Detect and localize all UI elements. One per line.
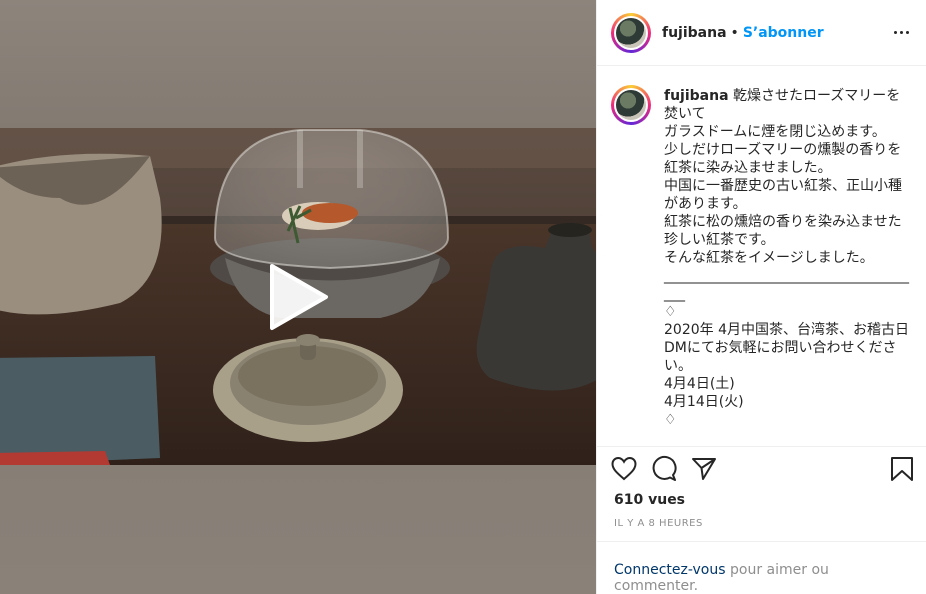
media-letterbox-bottom: [0, 465, 596, 594]
action-bar: [611, 455, 913, 485]
avatar-image: [616, 90, 646, 120]
more-options-button[interactable]: [889, 21, 913, 45]
follow-button[interactable]: S’abonner: [743, 25, 824, 41]
separator-dot: •: [730, 24, 739, 41]
post-media: [0, 0, 596, 594]
avatar[interactable]: [611, 12, 651, 53]
caption-username-link[interactable]: fujibana: [664, 88, 729, 104]
comment-icon[interactable]: [651, 455, 677, 483]
share-icon[interactable]: [691, 455, 717, 483]
heart-icon[interactable]: [611, 455, 637, 483]
caption-text: 乾燥させたローズマリーを焚いて ガラスドームに煙を閉じ込めます。 少しだけローズ…: [664, 88, 909, 428]
caption: fujibana 乾燥させたローズマリーを焚いて ガラスドームに煙を閉じ込めます…: [597, 67, 926, 429]
media-letterbox-top: [0, 0, 596, 128]
username-link[interactable]: fujibana: [662, 25, 727, 41]
avatar-image: [616, 17, 646, 48]
post-details-panel: fujibana • S’abonner fujibana 乾燥させたローズマリ…: [596, 0, 926, 594]
caption-body: fujibana 乾燥させたローズマリーを焚いて ガラスドームに煙を閉じ込めます…: [664, 87, 913, 429]
caption-avatar[interactable]: [611, 85, 651, 125]
login-link[interactable]: Connectez-vous: [614, 562, 726, 578]
views-count[interactable]: 610 vues: [614, 492, 685, 508]
post-header: fujibana • S’abonner: [597, 0, 926, 66]
bookmark-icon[interactable]: [889, 455, 915, 483]
more-options-icon: [893, 31, 897, 34]
comments-area: fujibana 乾燥させたローズマリーを焚いて ガラスドームに煙を閉じ込めます…: [597, 67, 926, 447]
login-prompt: Connectez-vous pour aimer ou commenter.: [597, 541, 926, 594]
post-timestamp[interactable]: IL Y A 8 HEURES: [614, 518, 703, 529]
play-button[interactable]: [264, 262, 334, 332]
play-icon: [270, 264, 328, 330]
